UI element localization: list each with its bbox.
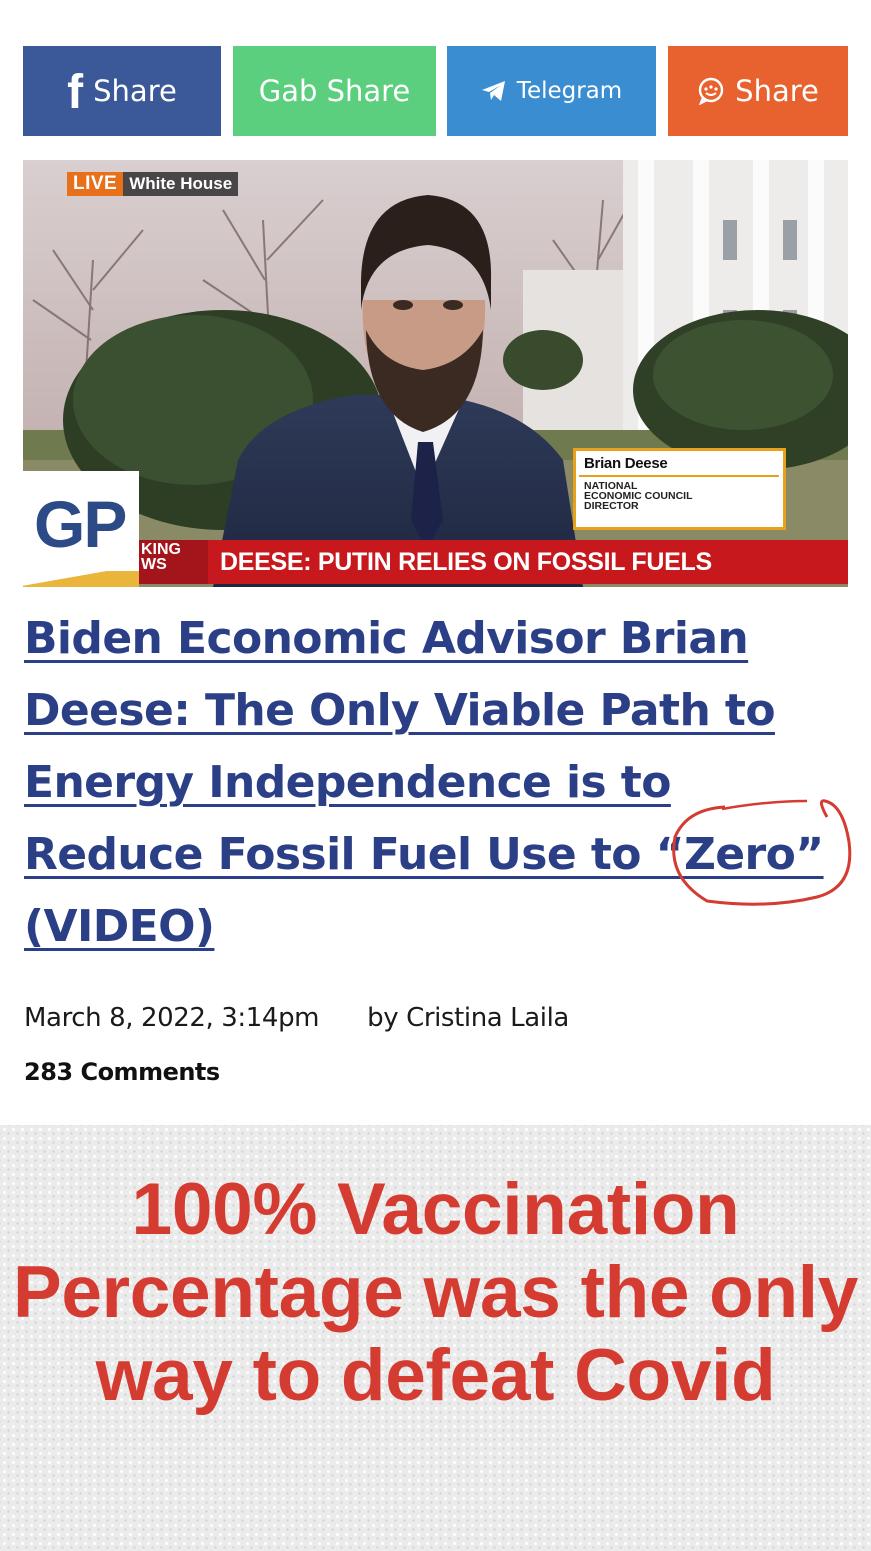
gp-logo-text: GP: [34, 487, 127, 561]
article-headline-link[interactable]: Biden Economic Advisor Brian Deese: The …: [24, 613, 824, 952]
article-headline[interactable]: Biden Economic Advisor Brian Deese: The …: [24, 603, 844, 963]
nameplate-name: Brian Deese: [584, 455, 668, 472]
ticker-tag: KING WS: [133, 540, 208, 584]
telegram-share-label: Telegram: [516, 78, 623, 104]
article-date: March 8, 2022, 3:14pm: [24, 1003, 320, 1033]
gab-share-label: Gab Share: [258, 74, 411, 108]
share-bar: f Share Gab Share Telegram Share: [23, 46, 848, 136]
nameplate-title: NATIONAL ECONOMIC COUNCIL DIRECTOR: [584, 480, 693, 512]
facebook-share-label: Share: [93, 74, 177, 108]
ticker-headline: DEESE: PUTIN RELIES ON FOSSIL FUELS: [220, 547, 712, 576]
gp-logo: GP: [23, 471, 139, 587]
lower-third-nameplate: Brian Deese NATIONAL ECONOMIC COUNCIL DI…: [573, 448, 786, 530]
live-badge: LIVE: [67, 172, 124, 196]
facebook-icon: f: [67, 66, 84, 119]
meme-caption-panel: 100% Vaccination Percentage was the only…: [0, 1125, 871, 1551]
comments-count-link[interactable]: 283 Comments: [24, 1058, 220, 1086]
telegram-share-button[interactable]: Telegram: [447, 46, 656, 136]
meme-caption: 100% Vaccination Percentage was the only…: [12, 1169, 859, 1416]
chat-bubble-icon: [697, 77, 725, 105]
article-meta: March 8, 2022, 3:14pm by Cristina Laila: [24, 1003, 569, 1033]
telegram-icon: [481, 80, 507, 102]
gab-share-button[interactable]: Gab Share: [233, 46, 436, 136]
facebook-share-button[interactable]: f Share: [23, 46, 221, 136]
parler-share-button[interactable]: Share: [668, 46, 848, 136]
article-hero-image[interactable]: LIVE White House Brian Deese NATIONAL EC…: [23, 160, 848, 587]
news-ticker: KING WS DEESE: PUTIN RELIES ON FOSSIL FU…: [133, 540, 848, 584]
article-author[interactable]: by Cristina Laila: [367, 1003, 569, 1033]
gp-logo-stripe: [23, 571, 139, 587]
location-label: White House: [123, 172, 239, 196]
nameplate-divider: [579, 475, 779, 477]
parler-share-label: Share: [735, 74, 819, 108]
live-location-tag: LIVE White House: [67, 172, 239, 196]
